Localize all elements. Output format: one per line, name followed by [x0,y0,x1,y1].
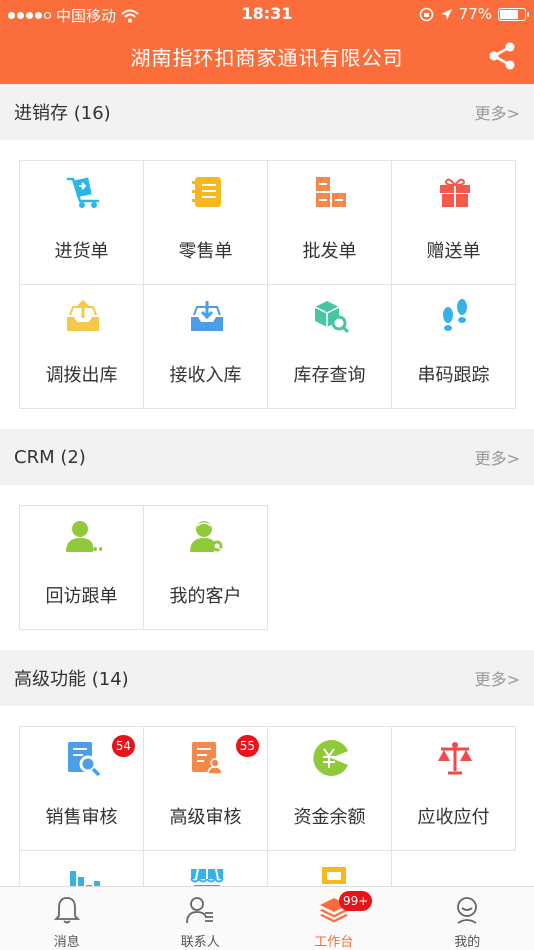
battery-percent: 77% [458,5,492,23]
store-icon [190,868,224,886]
grid-item-label: 高级审核 [169,807,242,828]
battery-fill [500,9,518,19]
grid-item-label: 我的客户 [169,586,242,607]
grid-item-receive-in[interactable]: 接收入库 [144,285,268,409]
grid-item-my-customers[interactable]: 我的客户 [144,506,268,630]
notification-badge: 99+ [339,891,373,911]
function-grid-advanced: 54 销售审核 55 高级审核 资金余额 应收应付 [19,726,516,886]
grid-item-shelf[interactable] [268,851,392,886]
grid-item-fund-balance[interactable]: 资金余额 [268,727,392,851]
gift-icon [440,178,470,207]
grid-item-label: 零售单 [178,241,233,262]
notification-badge: 54 [111,735,135,757]
tab-bar: 消息 联系人 99+ 工作台 我的 [0,886,534,950]
doc-search-icon [68,742,101,777]
workbench-content[interactable]: 进销存 (16) 更多> 进货单 零售单 批发单 赠送单 调拨出库 接收入库 库… [0,84,534,886]
tab-workbench[interactable]: 99+ 工作台 [267,887,401,950]
tab-label: 工作台 [314,935,354,950]
footprints-icon [443,299,467,331]
more-link[interactable]: 更多> [475,445,520,469]
grid-item-label: 赠送单 [426,241,481,262]
grid-item-label: 资金余额 [293,807,366,828]
grid-item-label: 调拨出库 [45,365,118,386]
profile-icon [457,897,478,924]
more-link[interactable]: 更多> [475,100,520,124]
share-icon[interactable] [486,40,518,72]
notification-badge: 55 [235,735,259,757]
grid-item-label: 库存查询 [293,365,366,386]
section-title: 高级功能 (14) [14,669,129,690]
blocks-icon [316,177,346,207]
grid-item-advanced-review[interactable]: 55 高级审核 [144,727,268,851]
grid-item-receivable-payable[interactable]: 应收应付 [392,727,516,851]
grid-item-stock-query[interactable]: 库存查询 [268,285,392,409]
bar-chart-icon [70,871,100,886]
tab-label: 联系人 [180,935,220,950]
tray-out-icon [67,299,99,331]
grid-item-label: 销售审核 [45,807,118,828]
doc-user-icon [192,742,223,775]
status-right: 77% [419,5,529,23]
function-grid-inventory: 进货单 零售单 批发单 赠送单 调拨出库 接收入库 库存查询 串码跟踪 [19,160,516,409]
page-title: 湖南指环扣商家通讯有限公司 [130,46,404,70]
scale-icon [438,742,472,775]
grid-item-report[interactable] [20,851,144,886]
section-title: CRM (2) [14,446,86,468]
tab-label: 消息 [53,935,80,950]
grid-item-label: 接收入库 [169,365,242,386]
person-dots-icon [66,521,102,552]
tray-in-icon [191,301,223,331]
battery-icon [498,7,529,21]
cart-icon [66,177,100,208]
grid-item-label: 进货单 [54,241,109,262]
grid-item-purchase[interactable]: 进货单 [20,161,144,285]
status-bar: 中国移动 18:31 77% [0,0,534,28]
box-search-icon [314,301,350,334]
grid-item-wholesale[interactable]: 批发单 [268,161,392,285]
grid-item-gift[interactable]: 赠送单 [392,161,516,285]
person-search-icon [190,521,224,553]
more-link[interactable]: 更多> [475,666,520,690]
grid-item-store[interactable] [144,851,268,886]
grid-item-label: 批发单 [302,241,357,262]
rotation-lock-icon [419,7,433,21]
grid-item-transfer-out[interactable]: 调拨出库 [20,285,144,409]
grid-item-label: 应收应付 [417,807,490,828]
grid-item-serial-tracking[interactable]: 串码跟踪 [392,285,516,409]
section-header-crm: CRM (2) 更多> [0,429,534,485]
notebook-icon [192,177,221,207]
section-header-inventory: 进销存 (16) 更多> [0,84,534,140]
grid-item-label: 回访跟单 [45,586,118,607]
tab-contacts[interactable]: 联系人 [134,887,268,950]
function-grid-crm: 回访跟单 我的客户 [19,505,268,630]
grid-item-followup[interactable]: 回访跟单 [20,506,144,630]
shelf-icon [322,867,346,886]
grid-item-sales-review[interactable]: 54 销售审核 [20,727,144,851]
grid-item-retail[interactable]: 零售单 [144,161,268,285]
tab-label: 我的 [454,935,481,950]
section-header-advanced: 高级功能 (14) 更多> [0,650,534,706]
yen-pie-icon [313,740,348,776]
tab-me[interactable]: 我的 [401,887,534,950]
contacts-icon [186,897,214,924]
nav-bar: 湖南指环扣商家通讯有限公司 [0,28,534,84]
section-title: 进销存 (16) [14,103,111,124]
location-icon [440,8,452,20]
tab-messages[interactable]: 消息 [0,887,134,950]
bell-icon [53,897,80,924]
grid-item-label: 串码跟踪 [417,365,490,386]
